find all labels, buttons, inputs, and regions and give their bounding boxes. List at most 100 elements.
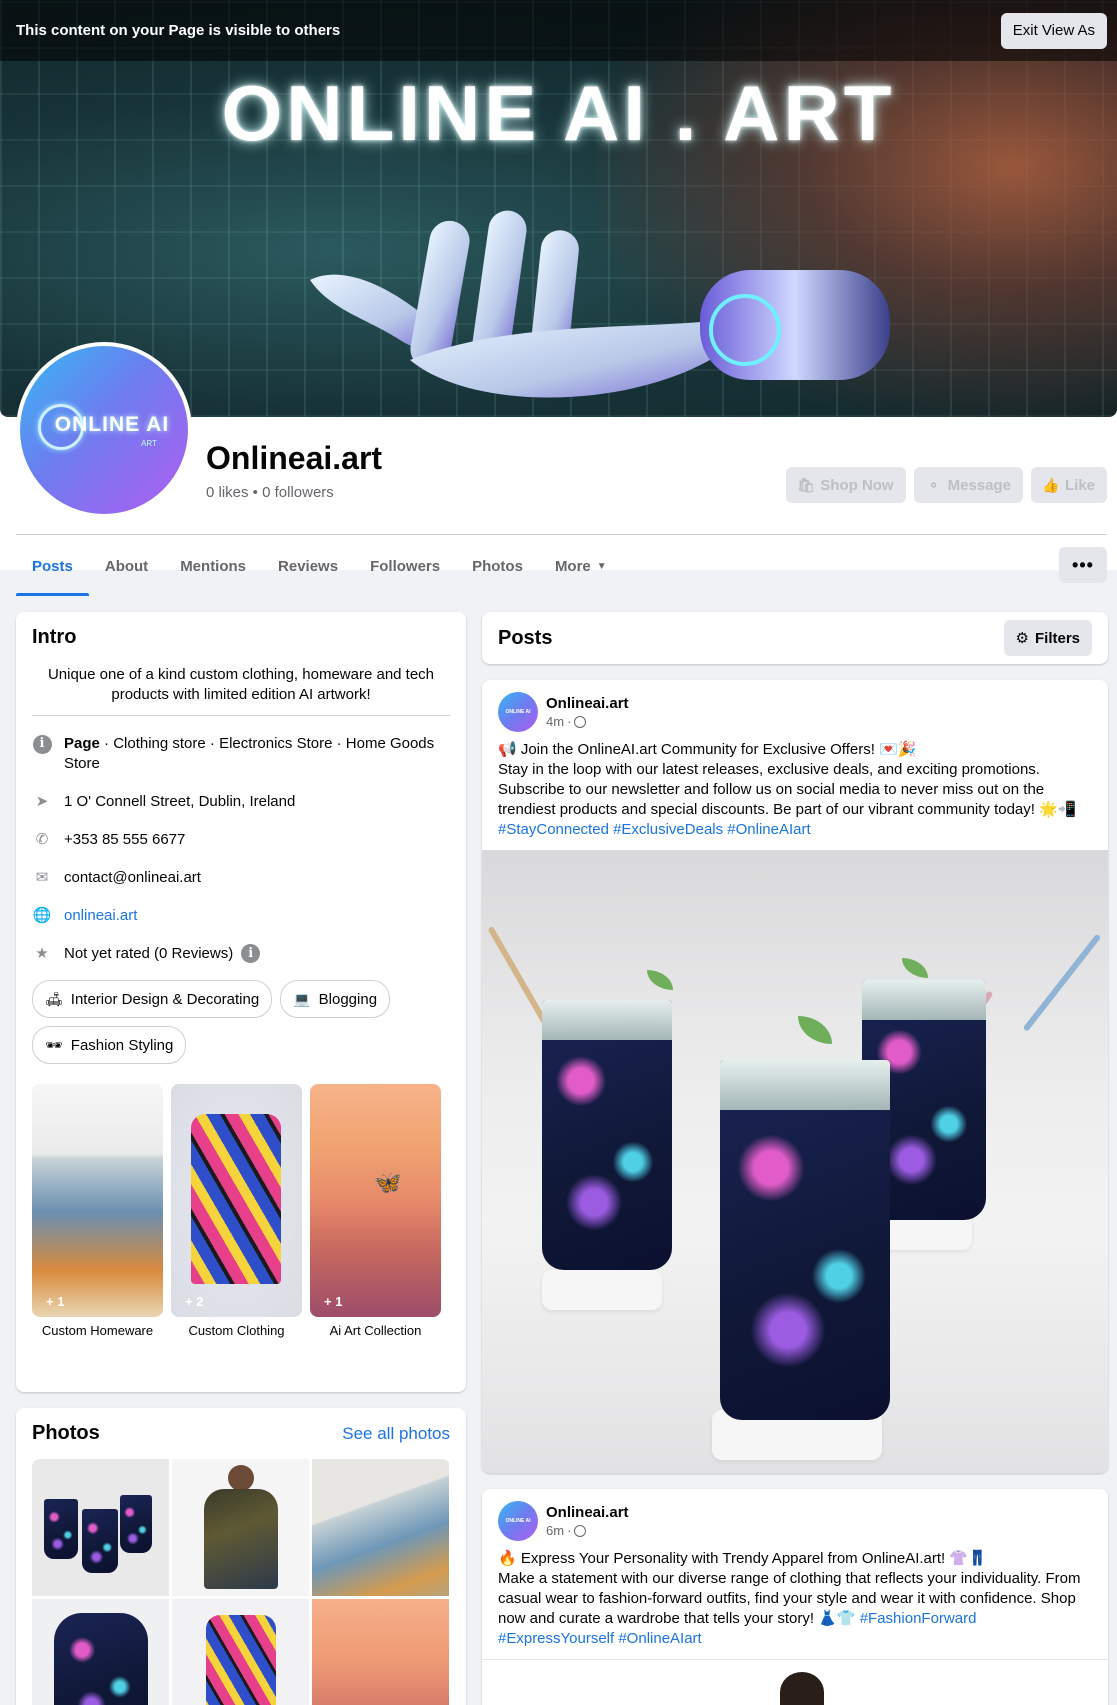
phone: +353 85 555 6677	[64, 831, 186, 848]
bag-icon: 🛍	[797, 476, 816, 493]
messenger-icon: ⚬	[927, 476, 940, 493]
phone-icon: ✆	[35, 831, 49, 848]
star-icon: ★	[35, 945, 49, 962]
cover-photo[interactable]: This content on your Page is visible to …	[0, 0, 1117, 417]
tab-followers[interactable]: Followers	[354, 536, 456, 596]
rating-text: Not yet rated (0 Reviews)	[64, 945, 234, 962]
sliders-icon: ⚙	[1015, 630, 1029, 647]
intro-card: Intro Unique one of a kind custom clothi…	[16, 612, 466, 1392]
post-time[interactable]: 4m	[546, 714, 564, 729]
post-image-preview[interactable]	[482, 1659, 1108, 1705]
post-text: Make a statement with our diverse range …	[498, 1570, 1081, 1627]
header-actions: 🛍 Shop Now ⚬ Message 👍 Like	[786, 467, 1107, 503]
post-author-name[interactable]: Onlineai.art	[546, 695, 629, 712]
globe-icon	[574, 715, 587, 728]
avatar-logo-text: ONLINE AI	[54, 412, 170, 436]
avatar-logo: ONLINE AI ART	[20, 346, 188, 514]
featured-item[interactable]: 🦋 + 1 Ai Art Collection	[310, 1084, 441, 1338]
photos-title: Photos	[32, 1422, 100, 1444]
post-author-name[interactable]: Onlineai.art	[546, 1504, 629, 1521]
message-label: Message	[947, 476, 1011, 494]
page-label: Page	[64, 735, 100, 752]
rating-info-icon[interactable]: i	[241, 944, 261, 963]
tab-posts[interactable]: Posts	[16, 536, 89, 596]
photo-thumb[interactable]	[172, 1599, 309, 1705]
post-hashtags[interactable]: #StayConnected #ExclusiveDeals #OnlineAI…	[498, 820, 1092, 840]
shirt-image	[191, 1114, 281, 1284]
featured-count-badge: + 1	[324, 1294, 343, 1309]
website-link[interactable]: onlineai.art	[64, 906, 137, 926]
categories: · Clothing store · Electronics Store · H…	[64, 735, 435, 772]
address-row: ➤ 1 O' Connell Street, Dublin, Ireland	[32, 792, 450, 812]
tab-reviews[interactable]: Reviews	[262, 536, 354, 596]
filters-button[interactable]: ⚙ Filters	[1003, 620, 1092, 656]
page-stats[interactable]: 0 likes • 0 followers	[206, 484, 334, 501]
like-button[interactable]: 👍 Like	[1030, 467, 1107, 503]
thumbs-up-icon: 👍	[1042, 476, 1060, 493]
photo-thumb[interactable]	[32, 1599, 169, 1705]
intro-title: Intro	[32, 626, 77, 648]
exit-view-as-button[interactable]: Exit View As	[1000, 12, 1107, 49]
like-label: Like	[1064, 476, 1095, 494]
page-header: This content on your Page is visible to …	[0, 0, 1117, 596]
header-divider	[16, 534, 1107, 535]
interest-chips: 🛋 Interior Design & Decorating 💻 Bloggin…	[32, 980, 450, 1064]
page-avatar[interactable]: ONLINE AI ART	[16, 342, 192, 518]
caret-down-icon: ▼	[596, 560, 607, 572]
photo-thumb[interactable]	[312, 1459, 449, 1596]
page-title[interactable]: Onlineai.art	[206, 440, 382, 477]
posts-title: Posts	[498, 626, 553, 649]
photo-thumb[interactable]	[312, 1599, 449, 1705]
chip-label: Fashion Styling	[70, 1036, 174, 1054]
featured-caption: Ai Art Collection	[329, 1323, 422, 1338]
photo-thumb[interactable]	[172, 1459, 309, 1596]
chip-fashion-styling[interactable]: 🕶 Fashion Styling	[32, 1026, 187, 1064]
chip-interior-design[interactable]: 🛋 Interior Design & Decorating	[32, 980, 273, 1018]
featured-item[interactable]: + 2 Custom Clothing	[171, 1084, 302, 1338]
meta-separator: ·	[567, 714, 572, 729]
see-all-photos-link[interactable]: See all photos	[342, 1424, 450, 1444]
intro-bio: Unique one of a kind custom clothing, ho…	[32, 665, 450, 716]
page-tabs: Posts About Mentions Reviews Followers P…	[16, 536, 623, 596]
mint-leaf	[647, 970, 673, 990]
featured-item[interactable]: + 1 Custom Homeware	[32, 1084, 163, 1338]
posts-header: Posts ⚙ Filters	[482, 612, 1108, 664]
mint-leaf	[798, 1016, 832, 1044]
post: ONLINE AI Onlineai.art 4m · 📢 Join the O…	[482, 680, 1108, 1473]
cover-logo-text: ONLINE AI . ART	[221, 69, 896, 157]
featured-thumb-ai-art: 🦋 + 1	[310, 1084, 441, 1317]
post-author-avatar[interactable]: ONLINE AI	[498, 1501, 538, 1541]
laptop-icon: 💻	[293, 990, 311, 1007]
post-body: 🔥 Express Your Personality with Trendy A…	[482, 1541, 1108, 1649]
more-options-button[interactable]: •••	[1059, 547, 1107, 583]
website-row: 🌐 onlineai.art	[32, 906, 450, 926]
meta-separator: ·	[567, 1523, 572, 1538]
sunglasses-icon: 🕶	[45, 1036, 63, 1053]
rating-row: ★ Not yet rated (0 Reviews) i	[32, 944, 450, 964]
info-icon: i	[32, 734, 52, 754]
shop-now-button[interactable]: 🛍 Shop Now	[786, 467, 906, 503]
address[interactable]: 1 O' Connell Street, Dublin, Ireland	[64, 792, 295, 812]
post-meta: 4m ·	[546, 714, 629, 729]
photos-grid	[32, 1459, 450, 1705]
post-time[interactable]: 6m	[546, 1523, 564, 1538]
filters-label: Filters	[1034, 629, 1080, 647]
post-header: ONLINE AI Onlineai.art 4m ·	[482, 680, 1108, 732]
email: contact@onlineai.art	[64, 869, 201, 886]
chip-blogging[interactable]: 💻 Blogging	[280, 980, 391, 1018]
tab-photos[interactable]: Photos	[456, 536, 539, 596]
photo-thumb[interactable]	[32, 1459, 169, 1596]
tab-about[interactable]: About	[89, 536, 164, 596]
avatar-logo-sub: ART	[141, 438, 157, 448]
post-image-galaxy-cups[interactable]	[482, 850, 1108, 1473]
featured-caption: Custom Clothing	[188, 1323, 285, 1338]
post-author-avatar[interactable]: ONLINE AI	[498, 692, 538, 732]
globe-icon	[574, 1524, 587, 1537]
sofa-icon: 🛋	[45, 990, 63, 1007]
featured-count-badge: + 2	[185, 1294, 204, 1309]
tab-more[interactable]: More ▼	[539, 536, 623, 596]
tab-mentions[interactable]: Mentions	[164, 536, 262, 596]
post-meta: 6m ·	[546, 1523, 629, 1538]
message-button[interactable]: ⚬ Message	[913, 467, 1023, 503]
post-header: ONLINE AI Onlineai.art 6m ·	[482, 1489, 1108, 1541]
